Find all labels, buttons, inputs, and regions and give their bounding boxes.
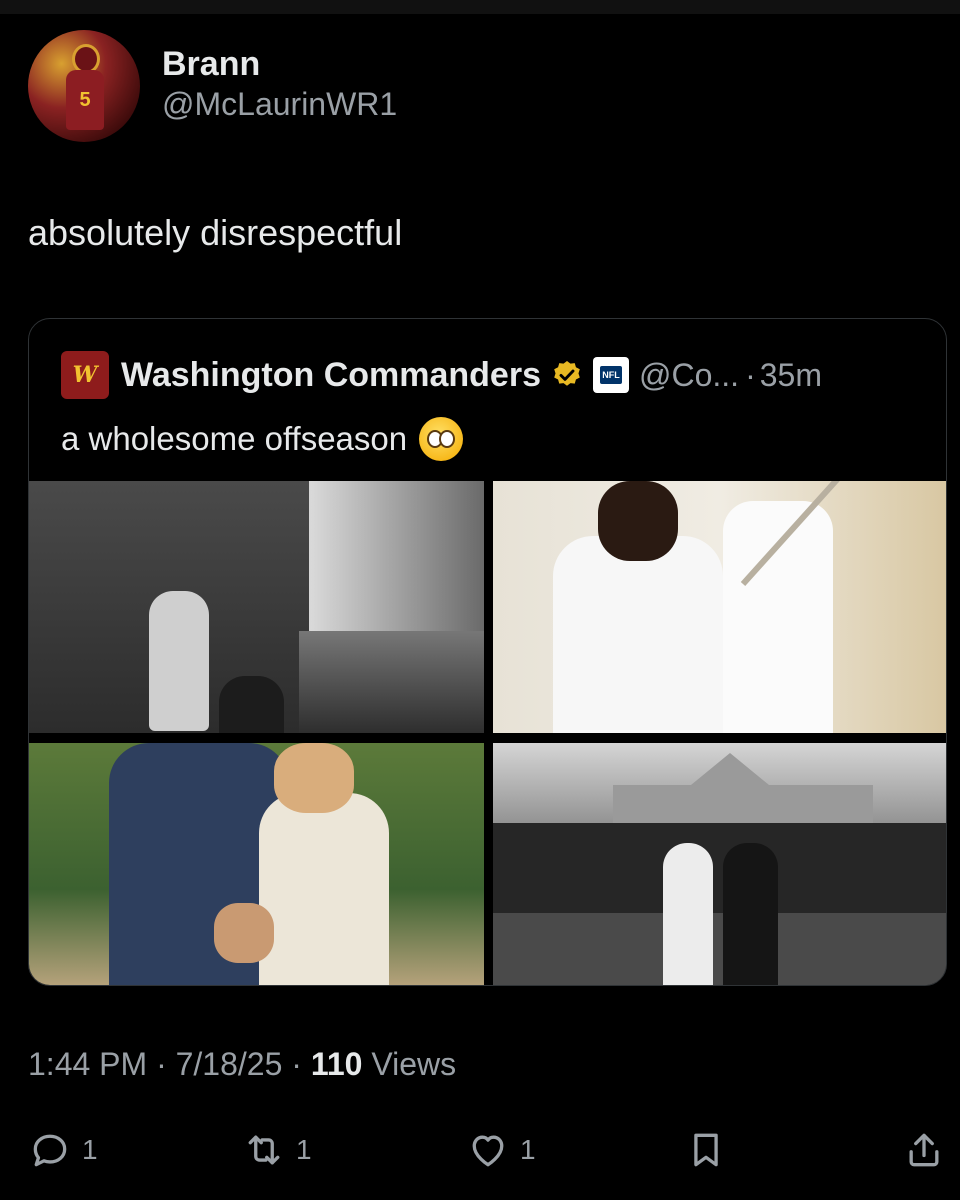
quoted-tweet-text-row: a wholesome offseason — [61, 417, 464, 461]
views-count: 110 — [310, 1046, 363, 1082]
nfl-badge-text: NFL — [600, 366, 622, 384]
heart-icon — [472, 1135, 504, 1167]
reply-button[interactable]: 1 — [28, 1128, 98, 1172]
quoted-tweet-text: a wholesome offseason — [61, 420, 408, 457]
retweet-count: 1 — [296, 1134, 312, 1165]
photo-proposal-lake[interactable] — [29, 481, 484, 733]
lawn-shape — [493, 913, 946, 985]
commanders-logo-icon[interactable]: W — [61, 351, 109, 399]
quoted-tweet-card[interactable]: W Washington Commanders NFL @Co... · 35m… — [28, 318, 947, 986]
person-standing-shape — [149, 591, 209, 731]
share-button[interactable] — [902, 1128, 946, 1172]
photo-couple-staircase[interactable] — [493, 481, 946, 733]
woman-head-shape — [274, 743, 354, 813]
verified-badge-icon — [554, 361, 580, 386]
like-count: 1 — [520, 1134, 536, 1165]
share-icon — [909, 1133, 939, 1167]
author-display-name[interactable]: Brann — [162, 44, 397, 84]
tweet-text: absolutely disrespectful — [28, 212, 403, 253]
bookmark-button[interactable] — [684, 1128, 728, 1172]
tweet-time[interactable]: 1:44 PM — [28, 1046, 147, 1082]
meta-separator: · — [156, 1046, 167, 1082]
quoted-timestamp[interactable]: 35m — [760, 357, 822, 394]
white-tuxedo-shape — [553, 536, 723, 733]
quoted-author-handle[interactable]: @Co... — [639, 357, 739, 394]
quoted-separator: · — [745, 356, 756, 393]
author-names: Brann @McLaurinWR1 — [162, 44, 397, 124]
views-label: Views — [371, 1046, 457, 1082]
status-bar-strip — [0, 0, 960, 14]
bride-shape — [663, 843, 713, 985]
person-kneeling-shape — [219, 676, 284, 733]
quoted-tweet-header: W Washington Commanders NFL @Co... · 35m — [61, 351, 822, 399]
hedge-row-shape — [493, 823, 946, 913]
groom-head-shape — [598, 481, 678, 561]
ring-hand-shape — [214, 903, 274, 963]
quoted-author-name[interactable]: Washington Commanders — [121, 356, 541, 395]
tweet-date[interactable]: 7/18/25 — [176, 1046, 283, 1082]
reply-icon — [33, 1134, 67, 1167]
nfl-affiliation-badge-icon: NFL — [593, 357, 629, 393]
retweet-icon — [248, 1135, 280, 1165]
avatar-jersey-number: 5 — [66, 70, 104, 130]
action-bar: 1 1 1 — [0, 1120, 960, 1180]
media-grid — [29, 481, 946, 985]
author-handle[interactable]: @McLaurinWR1 — [162, 84, 397, 124]
reply-count: 1 — [82, 1134, 98, 1165]
groom-shape — [723, 843, 778, 985]
meta-separator: · — [291, 1046, 302, 1082]
tweet-meta: 1:44 PM · 7/18/25 · 110 Views — [28, 1046, 456, 1083]
photo-ring-reveal[interactable] — [29, 743, 484, 985]
avatar[interactable]: 5 — [28, 30, 140, 142]
lake-shape — [299, 631, 484, 733]
like-button[interactable]: 1 — [466, 1128, 536, 1172]
lace-dress-shape — [259, 793, 389, 985]
photo-wedding-walk[interactable] — [493, 743, 946, 985]
white-dress-shape — [723, 501, 833, 733]
pleading-face-emoji-icon — [419, 417, 464, 461]
retweet-button[interactable]: 1 — [242, 1128, 312, 1172]
bookmark-icon — [694, 1133, 718, 1167]
tweet-author[interactable]: 5 Brann @McLaurinWR1 — [28, 30, 397, 142]
chapel-building-shape — [613, 753, 873, 833]
